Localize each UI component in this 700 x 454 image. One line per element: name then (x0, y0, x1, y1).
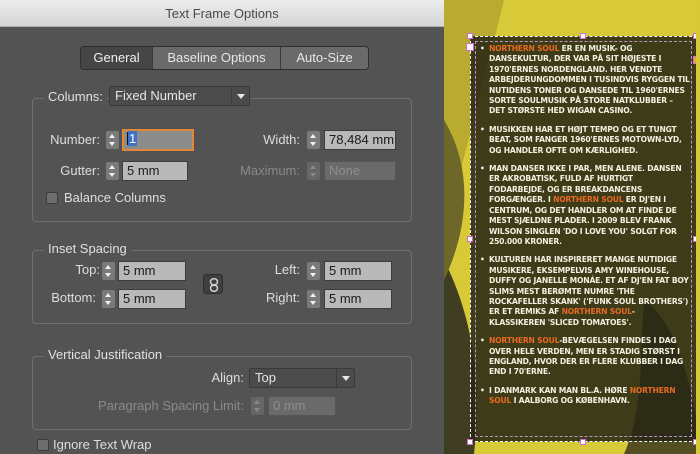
text-frame-options-dialog: Text Frame Options General Baseline Opti… (0, 0, 444, 454)
frame-handle[interactable] (467, 236, 473, 242)
paragraph-text: I Danmark kan man bl.a. høre (489, 385, 630, 395)
inset-left-stepper[interactable] (307, 262, 320, 280)
decrement-icon (310, 301, 316, 305)
columns-type-value: Fixed Number (115, 88, 197, 103)
inset-right-stepper[interactable] (307, 290, 320, 308)
number-label: Number: (50, 132, 100, 147)
decrement-icon (310, 142, 316, 146)
paragraph-text: i Aalborg og København. (511, 396, 630, 406)
increment-icon (109, 134, 115, 138)
columns-type-dropdown[interactable]: Fixed Number (109, 86, 250, 106)
decrement-icon (109, 173, 115, 177)
inset-bottom-input[interactable]: 5 mm (118, 289, 186, 309)
frame-handle[interactable] (467, 33, 473, 39)
chain-link-icon (209, 278, 219, 292)
paragraph-spacing-limit-label: Paragraph Spacing Limit: (98, 398, 244, 413)
paragraph-text: er en musik- og dansekultur, der var på … (489, 44, 690, 116)
maximum-input: None (324, 161, 396, 181)
number-value: 1 (128, 131, 138, 146)
story-paragraph: Northern Soul-bevægelsen findes i dag ov… (480, 336, 690, 378)
columns-legend: Columns: (44, 89, 107, 105)
gutter-stepper[interactable] (106, 162, 119, 180)
vertical-justification-group (32, 356, 412, 430)
tab-bar: General Baseline Options Auto-Size (80, 46, 369, 70)
number-stepper[interactable] (106, 131, 119, 149)
tab-auto-size[interactable]: Auto-Size (281, 47, 368, 69)
width-stepper[interactable] (307, 131, 320, 149)
paragraph-text: Musikken har et højt tempo og et tungt b… (489, 124, 682, 155)
maximum-stepper (307, 162, 320, 180)
gutter-input[interactable]: 5 mm (122, 161, 188, 181)
chevron-down-icon (336, 369, 354, 387)
increment-icon (254, 400, 260, 404)
width-input[interactable]: 78,484 mm (324, 130, 396, 150)
highlighted-term: Northern Soul (553, 195, 624, 205)
inset-spacing-legend: Inset Spacing (44, 241, 131, 257)
in-port-handle[interactable] (466, 43, 474, 51)
ignore-text-wrap-checkbox[interactable] (37, 439, 49, 451)
increment-icon (310, 265, 316, 269)
frame-handle[interactable] (580, 33, 586, 39)
tab-general[interactable]: General (81, 47, 153, 69)
inset-top-stepper[interactable] (102, 262, 115, 280)
story-paragraph: Northern Soul er en musik- og dansekultu… (480, 44, 690, 117)
balance-columns-checkbox[interactable] (46, 192, 58, 204)
maximum-label: Maximum: (240, 163, 300, 178)
dialog-title: Text Frame Options (0, 0, 444, 27)
ignore-text-wrap-label: Ignore Text Wrap (53, 437, 152, 452)
increment-icon (109, 165, 115, 169)
tab-baseline-options[interactable]: Baseline Options (153, 47, 281, 69)
story-text[interactable]: Northern Soul er en musik- og dansekultu… (480, 44, 690, 415)
gutter-label: Gutter: (60, 163, 100, 178)
pasteboard-edge (696, 0, 700, 454)
paragraph-spacing-input: 0 mm (268, 396, 336, 416)
decrement-icon (105, 301, 111, 305)
frame-handle[interactable] (467, 439, 473, 445)
align-value: Top (255, 370, 276, 385)
highlighted-term: Northern Soul (489, 44, 560, 53)
inset-bottom-stepper[interactable] (102, 290, 115, 308)
chevron-down-icon (231, 87, 249, 105)
decrement-icon (109, 142, 115, 146)
inset-bottom-label: Bottom: (51, 290, 96, 305)
decrement-icon (254, 408, 260, 412)
story-paragraph: Man danser ikke i par, men alene. Dansen… (480, 164, 690, 247)
inset-left-label: Left: (274, 262, 300, 277)
inset-right-input[interactable]: 5 mm (324, 289, 392, 309)
decrement-icon (105, 273, 111, 277)
frame-handle[interactable] (580, 439, 586, 445)
increment-icon (105, 293, 111, 297)
story-paragraph: Musikken har et højt tempo og et tungt b… (480, 125, 690, 156)
width-label: Width: (263, 132, 300, 147)
paragraph-spacing-stepper (251, 397, 264, 415)
decrement-icon (310, 273, 316, 277)
highlighted-term: Northern Soul (561, 307, 632, 317)
highlighted-term: Northern Soul (489, 336, 560, 346)
number-input[interactable]: 1 (122, 129, 194, 151)
inset-left-input[interactable]: 5 mm (324, 261, 392, 281)
decrement-icon (310, 173, 316, 177)
increment-icon (310, 293, 316, 297)
inset-right-label: Right: (266, 290, 300, 305)
increment-icon (310, 165, 316, 169)
vertical-justification-legend: Vertical Justification (44, 347, 167, 363)
align-dropdown[interactable]: Top (249, 368, 355, 388)
align-label: Align: (211, 370, 244, 385)
document-canvas: Northern Soul er en musik- og dansekultu… (444, 0, 700, 454)
increment-icon (105, 265, 111, 269)
inset-top-label: Top: (75, 262, 100, 277)
increment-icon (310, 134, 316, 138)
story-paragraph: I Danmark kan man bl.a. høre Northern So… (480, 386, 690, 407)
inset-top-input[interactable]: 5 mm (118, 261, 186, 281)
balance-columns-label: Balance Columns (64, 190, 166, 205)
link-settings-button[interactable] (203, 274, 223, 294)
story-paragraph: Kulturen har inspireret mange nutidige m… (480, 255, 690, 328)
